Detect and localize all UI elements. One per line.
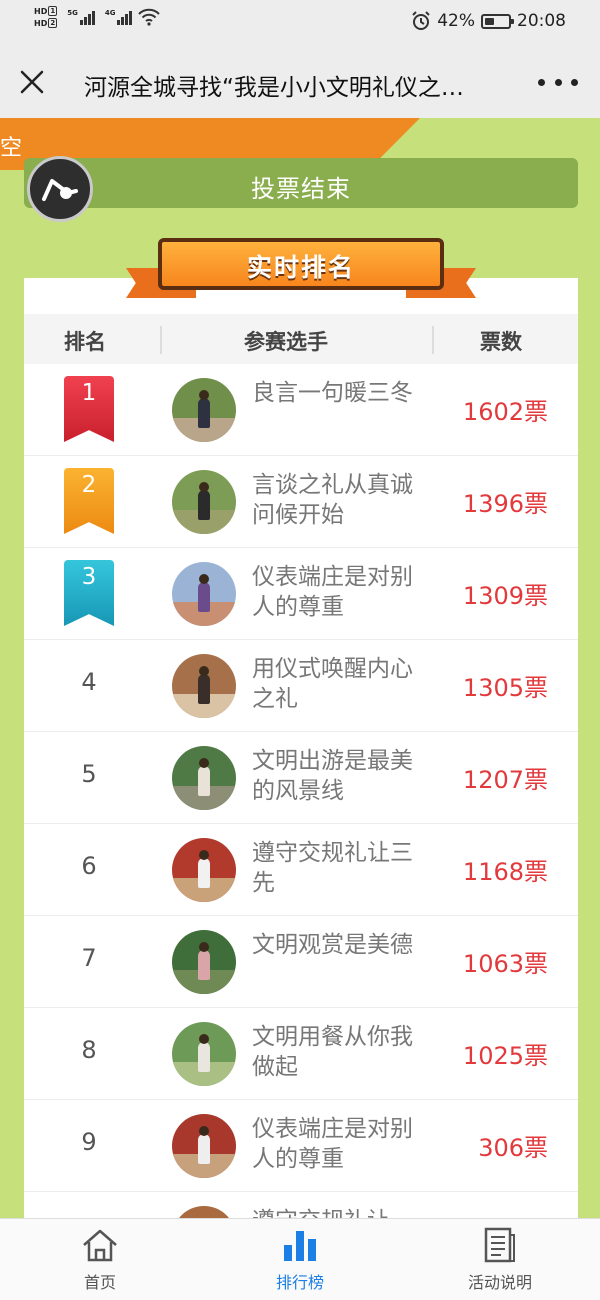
- avatar: [172, 746, 236, 810]
- header-rank: 排名: [64, 330, 106, 354]
- entry-title: 文明观赏是美德: [252, 932, 413, 958]
- entry-title: 仪表端庄是对别人的尊重: [252, 1116, 413, 1172]
- page-title: 河源全城寻找“我是小小文明礼仪之…: [84, 75, 464, 101]
- network-type-2: 4G: [104, 9, 116, 17]
- entry-title: 遵守交规礼让: [252, 1206, 416, 1218]
- tab-home-label: 首页: [83, 1273, 116, 1292]
- rank-number: 1: [81, 380, 97, 406]
- rank-number: 2: [81, 472, 97, 498]
- avatar: [172, 562, 236, 626]
- vote-count: 1025票: [462, 1042, 548, 1070]
- table-row[interactable]: 3 仪表端庄是对别人的尊重 1309票: [24, 548, 578, 640]
- entry-title: 良言一句暖三冬: [252, 380, 413, 406]
- header-divider: [160, 326, 162, 354]
- more-menu-button[interactable]: [538, 72, 578, 92]
- table-row[interactable]: 遵守交规礼让: [24, 1192, 578, 1218]
- rank-number: 6: [81, 852, 97, 880]
- vote-count: 1207票: [462, 766, 548, 794]
- rank-number: 3: [81, 564, 97, 590]
- wifi-icon: [138, 8, 161, 26]
- document-icon: [484, 1227, 515, 1263]
- table-row[interactable]: 2 言谈之礼从真诚问候开始 1396票: [24, 456, 578, 548]
- header-divider: [432, 326, 434, 354]
- vote-count: 1063票: [462, 950, 548, 978]
- avatar: [172, 838, 236, 902]
- avatar: [172, 1022, 236, 1086]
- rank-number: 4: [81, 668, 97, 696]
- avatar: [172, 930, 236, 994]
- bar-chart-icon: [284, 1231, 316, 1261]
- tab-description[interactable]: 活动说明: [440, 1227, 560, 1297]
- table-row[interactable]: 9 仪表端庄是对别人的尊重 306票: [24, 1100, 578, 1192]
- table-row[interactable]: 7 文明观赏是美德 1063票: [24, 916, 578, 1008]
- status-bar: HD 1 HD 2 5G 4G 42% 20:08: [0, 0, 600, 46]
- hd-sub-1: 1: [48, 6, 58, 16]
- entry-title: 文明用餐从你我做起: [252, 1024, 413, 1080]
- hd-sub-2: 2: [48, 18, 58, 28]
- tab-ranking[interactable]: 排行榜: [240, 1227, 360, 1297]
- vote-status-text: 投票结束: [251, 175, 351, 203]
- avatar: [172, 470, 236, 534]
- music-icon: [42, 179, 78, 201]
- vote-count: 306票: [478, 1134, 548, 1162]
- rank-number: 5: [81, 760, 97, 788]
- close-icon: [20, 70, 44, 94]
- avatar: [172, 1206, 236, 1218]
- avatar: [172, 654, 236, 718]
- header-player: 参赛选手: [244, 330, 328, 354]
- hd-indicator-2: HD 2: [34, 18, 58, 28]
- bottom-tab-bar: 首页 排行榜 活动说明: [0, 1218, 600, 1300]
- orange-banner-text: 空: [0, 136, 23, 161]
- header-votes: 票数: [480, 330, 522, 354]
- tab-ranking-label: 排行榜: [275, 1273, 324, 1292]
- entry-title: 遵守交规礼让三先: [252, 840, 413, 896]
- vote-status-bar: 投票结束: [24, 158, 578, 208]
- network-type-1: 5G: [67, 9, 78, 17]
- tab-description-label: 活动说明: [467, 1273, 532, 1292]
- table-row[interactable]: 8 文明用餐从你我做起 1025票: [24, 1008, 578, 1100]
- status-right: 42% 20:08: [411, 11, 566, 31]
- nav-bar: 河源全城寻找“我是小小文明礼仪之…: [0, 46, 600, 118]
- status-left: HD 1 HD 2 5G 4G: [34, 6, 161, 28]
- entry-title: 仪表端庄是对别人的尊重: [252, 564, 413, 620]
- signal-icon-1: 5G: [67, 9, 95, 25]
- hd-label-2: HD: [34, 18, 48, 28]
- content-area: 空 投票结束 排名 参赛选手 票数 1 良言一句暖三冬 1602票 2 言谈之礼…: [0, 118, 600, 1218]
- entry-title: 文明出游是最美的风景线: [252, 748, 413, 804]
- entry-title: 言谈之礼从真诚问候开始: [252, 472, 413, 528]
- rank-number: 8: [81, 1036, 97, 1064]
- rank-number: 9: [81, 1128, 97, 1156]
- vote-count: 1168票: [462, 858, 548, 886]
- hd-indicators: HD 1 HD 2: [34, 6, 58, 28]
- vote-count: 1602票: [462, 398, 548, 426]
- home-icon: [83, 1229, 117, 1262]
- avatar: [172, 378, 236, 442]
- table-row[interactable]: 4 用仪式唤醒内心之礼 1305票: [24, 640, 578, 732]
- ribbon-main: 实时排名: [158, 238, 444, 290]
- music-toggle-button[interactable]: [27, 156, 93, 222]
- entry-title: 用仪式唤醒内心之礼: [252, 656, 413, 712]
- clock-time: 20:08: [517, 11, 566, 31]
- battery-icon: [481, 13, 514, 29]
- table-header: 排名 参赛选手 票数: [24, 314, 578, 364]
- vote-count: 1396票: [462, 490, 548, 518]
- ranking-ribbon: 实时排名: [126, 234, 476, 304]
- vote-count: 1309票: [462, 582, 548, 610]
- tab-home[interactable]: 首页: [40, 1227, 160, 1297]
- signal-icon-2: 4G: [105, 9, 133, 25]
- vote-count: 1305票: [462, 674, 548, 702]
- table-row[interactable]: 5 文明出游是最美的风景线 1207票: [24, 732, 578, 824]
- rank-number: 7: [81, 944, 97, 972]
- avatar: [172, 1114, 236, 1178]
- alarm-icon: [412, 11, 430, 30]
- table-row[interactable]: 6 遵守交规礼让三先 1168票: [24, 824, 578, 916]
- table-row[interactable]: 1 良言一句暖三冬 1602票: [24, 364, 578, 456]
- ranking-panel: 排名 参赛选手 票数 1 良言一句暖三冬 1602票 2 言谈之礼从真诚问候开始…: [24, 278, 578, 1218]
- close-button[interactable]: [14, 64, 50, 100]
- ranking-title: 实时排名: [246, 253, 355, 282]
- hd-indicator-1: HD 1: [34, 6, 58, 16]
- hd-label-1: HD: [34, 6, 48, 16]
- battery-percent: 42%: [437, 11, 475, 31]
